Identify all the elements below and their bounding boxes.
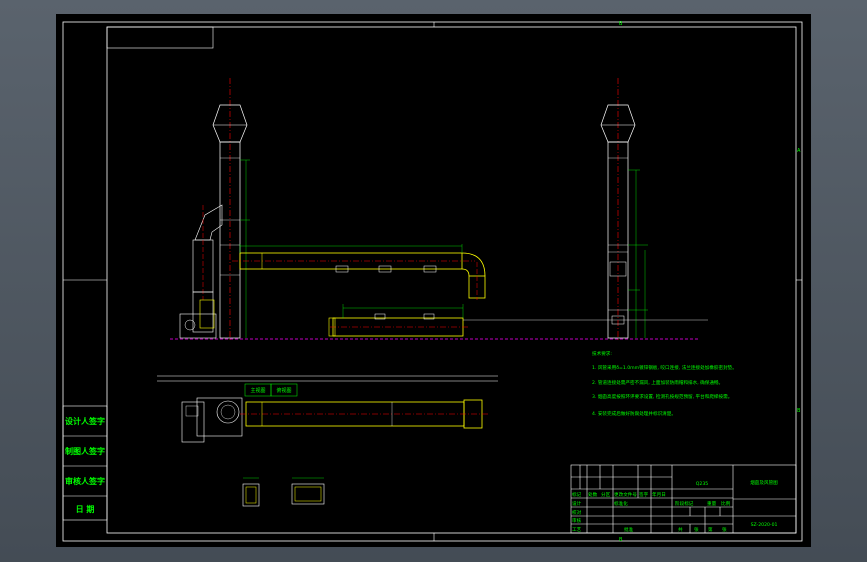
tb-total: 共 (678, 526, 683, 533)
tb-no: 第 (708, 526, 713, 533)
tb-signature: 签字 (639, 491, 649, 498)
plan-tag-2: 俯视图 (276, 387, 291, 394)
drawing-title: 烟囱及风管图 (750, 479, 778, 486)
tb-scale: 比例 (721, 500, 731, 507)
cad-viewport: B B A B 设计人签字 制图人签字 审核人签字 日 期 主视图 俯视图 技术… (0, 0, 867, 562)
sign-designer: 设计人签字 (65, 416, 105, 426)
tb-review: 审核 (572, 517, 582, 524)
tb-zone: 分区 (601, 491, 611, 498)
tb-date: 年月日 (652, 491, 666, 498)
tb-sheets-1: 张 (694, 526, 699, 533)
tb-approve: 批准 (624, 526, 634, 533)
tb-weight: 重量 (707, 500, 717, 507)
note-4: 4. 安装完成后做好防腐处理并标识清楚。 (592, 410, 676, 417)
zone-mark-top: B (619, 21, 623, 27)
tb-stage: 阶段标记 (675, 500, 694, 507)
tb-count: 处数 (588, 491, 598, 498)
tb-check: 校对 (572, 509, 582, 516)
tb-standard: 标准化 (614, 500, 628, 507)
zone-mark-bottom: B (619, 537, 623, 543)
tb-change-doc: 更改文件号 (614, 491, 637, 498)
plan-tag-1: 主视图 (250, 387, 265, 394)
tb-mark: 标记 (572, 491, 582, 498)
zone-mark-right-a: A (797, 148, 801, 154)
drawing-number: SZ-2020-01 (751, 522, 778, 528)
notes-title: 技术要求: (592, 350, 612, 357)
tb-sheets-2: 张 (722, 526, 727, 533)
tb-process: 工艺 (572, 527, 582, 533)
drawing-sheet-background (56, 14, 811, 547)
sign-reviewer: 审核人签字 (65, 476, 105, 486)
tb-design: 设计 (572, 500, 582, 507)
material-label: Q235 (696, 481, 708, 487)
sign-drafter: 制图人签字 (65, 446, 105, 456)
zone-mark-right-b: B (797, 408, 801, 414)
cad-drawing-sheet: B B A B 设计人签字 制图人签字 审核人签字 日 期 主视图 俯视图 技术… (56, 14, 811, 547)
note-2: 2. 管道连接处需严密不漏风, 上面加装防雨帽和排水, 确保通畅。 (592, 379, 723, 386)
note-3: 3. 烟囱高度按照环评要求设置, 检测孔按规范预留, 平台和爬梯按需。 (592, 393, 732, 400)
note-1: 1. 风管采用δ=1.0mm镀锌钢板, 咬口连接, 法兰连接处加橡胶密封垫。 (592, 364, 737, 371)
sign-date: 日 期 (76, 504, 95, 514)
